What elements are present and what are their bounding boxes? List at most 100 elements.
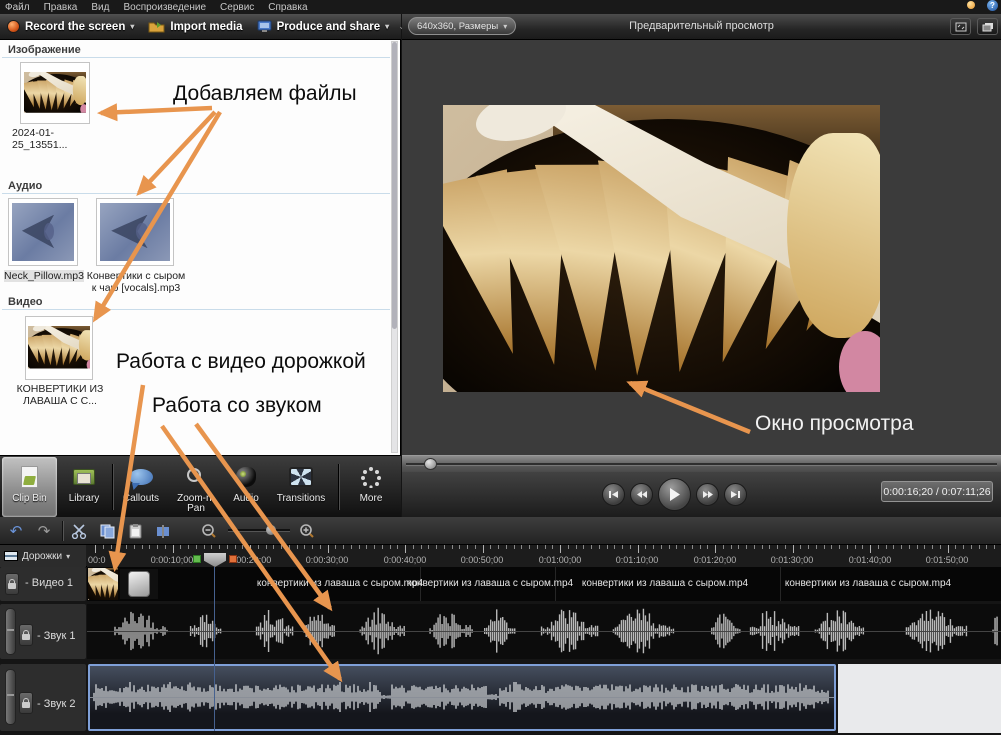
produce-share-button[interactable]: Produce and share▾ bbox=[250, 15, 397, 39]
transitions-icon bbox=[289, 462, 313, 492]
import-folder-icon bbox=[148, 20, 165, 33]
waveform-centerline bbox=[90, 697, 834, 698]
import-media-button[interactable]: Import media bbox=[141, 15, 249, 39]
audio-art-icon bbox=[100, 203, 170, 261]
record-screen-button[interactable]: Record the screen▾ bbox=[0, 15, 141, 39]
ruler-label: 0:01:30;00 bbox=[757, 555, 827, 565]
padlock-icon bbox=[8, 583, 16, 589]
volume-slider[interactable] bbox=[5, 608, 16, 655]
clip-bin-panel: Изображение 2024-01-25_13551... Аудио Ne… bbox=[0, 40, 401, 455]
preview-area: Окно просмотра bbox=[402, 40, 1001, 455]
tab-zoom-n-pan[interactable]: Zoom-n-Pan bbox=[168, 457, 224, 517]
annotation-video-track: Работа с видео дорожкой bbox=[116, 350, 366, 374]
lock-button[interactable] bbox=[19, 692, 33, 714]
ruler-label: 00:0 bbox=[88, 555, 114, 565]
tab-clip-bin[interactable]: Clip Bin bbox=[2, 457, 57, 517]
video-file-label: КОНВЕРТИКИ ИЗ ЛАВАША С С... bbox=[10, 383, 110, 407]
section-divider bbox=[2, 309, 390, 310]
tab-bar: Clip Bin Library Callouts Zoom-n-Pan Aud… bbox=[0, 455, 401, 517]
record-icon bbox=[7, 20, 20, 33]
audio-art-icon bbox=[12, 203, 74, 261]
toolbar-separator bbox=[62, 521, 64, 541]
section-title-images: Изображение bbox=[8, 44, 81, 56]
audio-thumbnail-1[interactable] bbox=[8, 198, 78, 266]
image-thumbnail[interactable] bbox=[20, 62, 90, 124]
menu-view[interactable]: Вид bbox=[91, 2, 109, 13]
video-thumbnail-art bbox=[28, 326, 90, 370]
ruler-label: 0:01:20;00 bbox=[680, 555, 750, 565]
camtasia-window: Файл Правка Вид Воспроизведение Сервис С… bbox=[0, 0, 1001, 735]
audio1-track-clip[interactable] bbox=[87, 604, 1001, 659]
preview-video-frame[interactable] bbox=[443, 105, 880, 392]
tab-separator bbox=[338, 464, 340, 510]
undo-button[interactable]: ↶ bbox=[5, 521, 27, 541]
tip-lightbulb-icon[interactable] bbox=[967, 1, 975, 9]
rewind-button[interactable] bbox=[630, 483, 653, 506]
tab-library[interactable]: Library bbox=[60, 457, 108, 517]
collapse-toggle[interactable]: - bbox=[37, 630, 41, 642]
cut-button[interactable] bbox=[68, 521, 90, 541]
image-file-label: 2024-01-25_13551... bbox=[12, 127, 102, 151]
zoom-in-icon bbox=[299, 523, 315, 539]
audio-thumbnail-2[interactable] bbox=[96, 198, 174, 266]
transition-icon bbox=[128, 571, 150, 597]
tab-audio[interactable]: Audio bbox=[226, 457, 266, 517]
split-button[interactable] bbox=[152, 521, 174, 541]
prev-frame-button[interactable] bbox=[602, 483, 625, 506]
menu-help[interactable]: Справка bbox=[268, 2, 307, 13]
rewind-icon bbox=[636, 490, 648, 499]
clip-label: конвертики из лаваша с сыром.mp4 bbox=[565, 578, 765, 589]
play-button[interactable] bbox=[658, 478, 691, 511]
collapse-toggle[interactable]: - bbox=[25, 577, 29, 589]
image-thumbnail-art bbox=[24, 72, 86, 114]
track-name: - Звук 2 bbox=[37, 698, 75, 710]
fullscreen-button[interactable] bbox=[950, 18, 971, 35]
redo-button[interactable]: ↷ bbox=[33, 521, 55, 541]
menu-edit[interactable]: Правка bbox=[44, 2, 78, 13]
video-thumbnail[interactable] bbox=[25, 316, 93, 380]
timeline-zoom-slider[interactable] bbox=[228, 529, 290, 532]
skip-forward-icon bbox=[730, 490, 741, 499]
zoom-in-button[interactable] bbox=[296, 521, 318, 541]
transition-block[interactable] bbox=[120, 569, 158, 599]
tab-transitions[interactable]: Transitions bbox=[270, 457, 332, 517]
video-track-clip[interactable]: конвертики из лаваша с сыром.mp4 конверт… bbox=[87, 567, 1001, 601]
seek-handle[interactable] bbox=[424, 458, 437, 470]
chevron-down-icon: ▾ bbox=[130, 22, 134, 31]
track-header-video1: - Видео 1 bbox=[0, 567, 86, 601]
menu-tools[interactable]: Сервис bbox=[220, 2, 254, 13]
help-icon[interactable]: ? bbox=[987, 0, 998, 11]
zoom-slider-handle[interactable] bbox=[266, 525, 276, 535]
selection-out-marker[interactable] bbox=[229, 555, 237, 563]
tab-callouts[interactable]: Callouts bbox=[116, 457, 166, 517]
collapse-toggle[interactable]: - bbox=[37, 698, 41, 710]
tracks-icon bbox=[4, 551, 18, 561]
seek-bar[interactable] bbox=[402, 455, 1001, 472]
audio-file-label-2: Конвертики с сыром к чаю [vocals].mp3 bbox=[86, 270, 186, 294]
next-frame-button[interactable] bbox=[724, 483, 747, 506]
scrollbar-thumb[interactable] bbox=[392, 42, 397, 329]
menu-play[interactable]: Воспроизведение bbox=[123, 2, 206, 13]
preview-title: Предварительный просмотр bbox=[402, 20, 1001, 32]
copy-button[interactable] bbox=[96, 521, 118, 541]
seek-groove bbox=[406, 463, 997, 466]
detach-window-button[interactable] bbox=[977, 18, 998, 35]
lock-button[interactable] bbox=[19, 624, 33, 646]
volume-slider[interactable] bbox=[5, 669, 16, 725]
ruler-label: 0:00:40;00 bbox=[370, 555, 440, 565]
menu-file[interactable]: Файл bbox=[5, 2, 30, 13]
audio2-track-clip-selected[interactable] bbox=[88, 664, 836, 731]
paste-button[interactable] bbox=[124, 521, 146, 541]
lock-button[interactable] bbox=[5, 573, 19, 595]
padlock-icon bbox=[22, 702, 30, 708]
zoom-out-button[interactable] bbox=[198, 521, 220, 541]
tracks-dropdown[interactable]: Дорожки▾ bbox=[0, 545, 86, 567]
selection-in-marker[interactable] bbox=[193, 555, 201, 563]
fast-forward-button[interactable] bbox=[696, 483, 719, 506]
chevron-down-icon: ▾ bbox=[385, 22, 389, 31]
clip-bin-scrollbar[interactable] bbox=[391, 41, 398, 453]
callouts-icon bbox=[129, 462, 153, 492]
timeline: ↶ ↷ Дор bbox=[0, 517, 1001, 735]
tab-separator bbox=[112, 464, 114, 510]
tab-more[interactable]: More bbox=[345, 457, 397, 517]
